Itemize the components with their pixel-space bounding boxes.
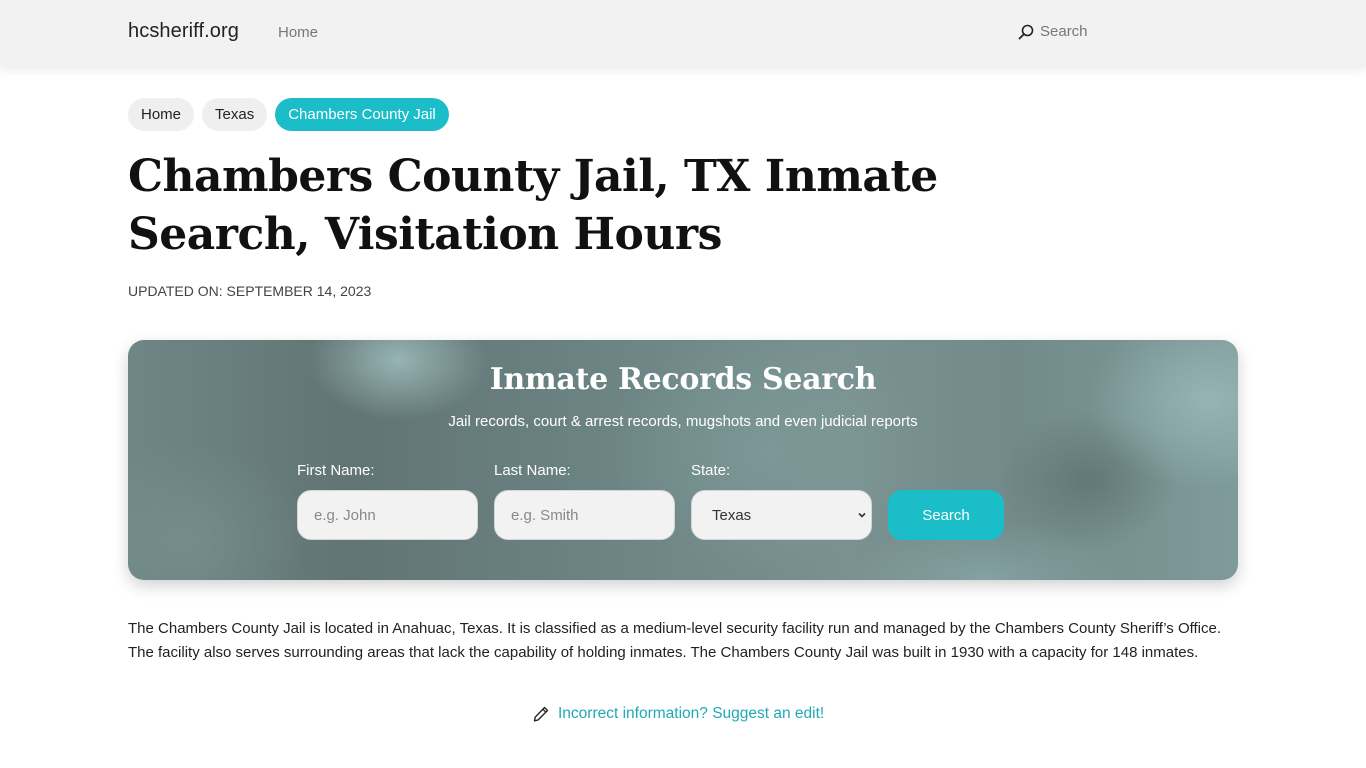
last-name-label: Last Name: (494, 462, 571, 479)
last-name-input[interactable] (494, 490, 675, 540)
breadcrumb-chambers-county-jail[interactable]: Chambers County Jail (275, 98, 449, 131)
pencil-icon (533, 706, 549, 722)
first-name-label: First Name: (297, 462, 375, 479)
search-panel-title: Inmate Records Search (489, 362, 877, 397)
state-label: State: (691, 462, 731, 479)
intro-paragraph: The Chambers County Jail is located in A… (128, 620, 1222, 661)
nav-search-label: Search (1040, 23, 1088, 40)
breadcrumb-texas[interactable]: Texas (202, 98, 268, 131)
updated-date: UPDATED ON: SEPTEMBER 14, 2023 (128, 283, 372, 299)
search-submit-button[interactable]: Search (888, 490, 1004, 540)
search-panel-subtitle: Jail records, court & arrest records, mu… (448, 413, 918, 430)
suggest-edit-link[interactable]: Incorrect information? Suggest an edit! (532, 705, 824, 723)
site-brand-link[interactable]: hcsheriff.org (128, 20, 239, 43)
search-icon (1018, 24, 1034, 39)
page-title: Chambers County Jail, TX Inmate Search, … (128, 151, 938, 260)
first-name-input[interactable] (297, 490, 478, 540)
nav-link-home[interactable]: Home (278, 24, 318, 41)
inmate-search-panel: Inmate Records Search Jail records, cour… (128, 340, 1238, 580)
state-select[interactable]: Texas (691, 490, 872, 540)
suggest-edit-label: Incorrect information? Suggest an edit! (558, 705, 825, 722)
breadcrumb: Home Texas Chambers County Jail (128, 98, 449, 131)
top-navbar: hcsheriff.org Home Search (0, 0, 1366, 67)
nav-search-button[interactable]: Search (1018, 23, 1088, 40)
breadcrumb-home[interactable]: Home (128, 98, 195, 131)
